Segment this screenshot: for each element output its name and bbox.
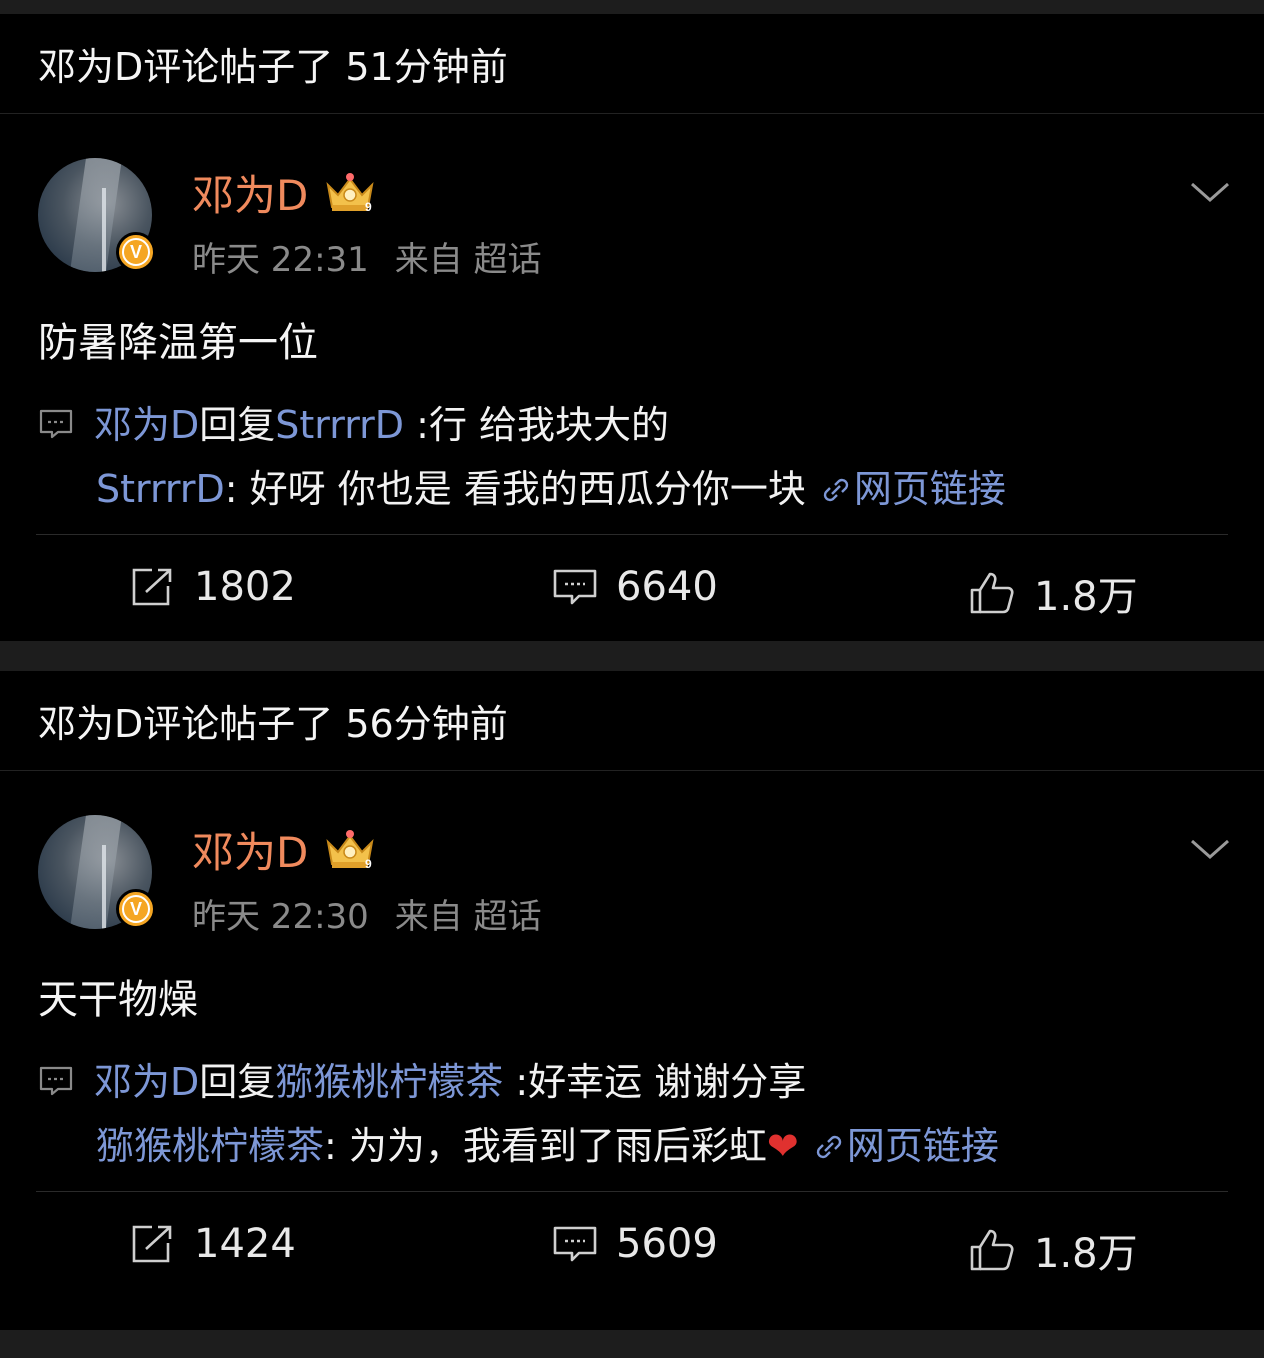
like-button[interactable]: 1.8万: [968, 1221, 1138, 1279]
heart-emoji: ❤: [766, 1124, 799, 1168]
quote-author[interactable]: StrrrrD: [96, 467, 225, 511]
reply-line[interactable]: 邓为D回复猕猴桃柠檬茶 :好幸运 谢谢分享: [38, 1051, 806, 1106]
comment-icon: [553, 569, 597, 605]
like-count: 1.8万: [1034, 574, 1138, 620]
web-link[interactable]: 网页链接: [811, 1124, 999, 1168]
username[interactable]: 邓为D 9: [192, 162, 378, 223]
post-time: 昨天 22:30: [192, 897, 369, 937]
share-count: 1802: [194, 564, 296, 610]
post-card-1[interactable]: V 邓为D 9 昨天 22:31 来自 超话 防暑降温第一位 邓为D回复Strrr…: [0, 114, 1264, 641]
comment-bubble-icon: [39, 409, 73, 439]
reply-text: :好幸运 谢谢分享: [503, 1060, 807, 1104]
thumbs-up-icon: [970, 572, 1014, 614]
like-button[interactable]: 1.8万: [968, 564, 1138, 622]
link-icon: [816, 1135, 842, 1159]
post-header-1: 邓为D评论帖子了 51分钟前: [0, 14, 1264, 114]
crown-level-icon: 9: [326, 172, 374, 214]
section-gap: [0, 641, 1264, 671]
comment-count: 5609: [616, 1221, 718, 1267]
username[interactable]: 邓为D 9: [192, 819, 378, 880]
comment-button[interactable]: 5609: [552, 1221, 718, 1267]
username-text[interactable]: 邓为D: [192, 162, 308, 223]
quote-line: StrrrrD: 好呀 你也是 看我的西瓜分你一块 网页链接: [96, 458, 1006, 513]
post-meta: 昨天 22:31 来自 超话: [192, 232, 542, 281]
bottom-strip: [0, 1330, 1264, 1358]
quote-line: 猕猴桃柠檬茶: 为为，我看到了雨后彩虹❤ 网页链接: [96, 1115, 999, 1170]
reply-word: 回复: [199, 403, 276, 447]
web-link-text[interactable]: 网页链接: [854, 467, 1006, 511]
avatar[interactable]: V: [38, 815, 156, 929]
like-count: 1.8万: [1034, 1231, 1138, 1277]
post-source: 来自 超话: [394, 240, 542, 280]
action-bar: 1424 5609 1.8万: [0, 1191, 1264, 1298]
web-link[interactable]: 网页链接: [818, 467, 1006, 511]
share-icon: [132, 568, 172, 606]
post-text: 防暑降温第一位: [38, 320, 318, 366]
post-header-text: 邓为D评论帖子了 51分钟前: [38, 45, 508, 89]
post-card-2[interactable]: V 邓为D 9 昨天 22:30 来自 超话 天干物燥 邓为D回复猕猴桃柠檬茶 :…: [0, 771, 1264, 1298]
web-link-text[interactable]: 网页链接: [847, 1124, 999, 1168]
post-header-text: 邓为D评论帖子了 56分钟前: [38, 702, 508, 746]
comment-count: 6640: [616, 564, 718, 610]
verified-badge-icon: V: [116, 232, 156, 272]
post-header-2: 邓为D评论帖子了 56分钟前: [0, 671, 1264, 771]
quote-text: : 为为，我看到了雨后彩虹: [324, 1124, 767, 1168]
post-text: 天干物燥: [38, 977, 198, 1023]
comment-icon: [553, 1226, 597, 1262]
quote-text: : 好呀 你也是 看我的西瓜分你一块: [224, 467, 818, 511]
svg-text:9: 9: [365, 200, 372, 214]
avatar[interactable]: V: [38, 158, 156, 272]
share-button[interactable]: 1424: [130, 1221, 296, 1267]
action-bar: 1802 6640 1.8万: [0, 534, 1264, 641]
svg-text:9: 9: [365, 857, 372, 871]
reply-line[interactable]: 邓为D回复StrrrrD :行 给我块大的: [38, 394, 669, 449]
reply-author[interactable]: 邓为D: [94, 403, 199, 447]
top-gap: [0, 0, 1264, 14]
post-time: 昨天 22:31: [192, 240, 369, 280]
share-button[interactable]: 1802: [130, 564, 296, 610]
link-icon: [823, 478, 849, 502]
reply-target[interactable]: StrrrrD: [275, 403, 404, 447]
share-count: 1424: [194, 1221, 296, 1267]
comment-button[interactable]: 6640: [552, 564, 718, 610]
reply-target[interactable]: 猕猴桃柠檬茶: [275, 1060, 503, 1104]
post-meta: 昨天 22:30 来自 超话: [192, 889, 542, 938]
share-icon: [132, 1225, 172, 1263]
comment-bubble-icon: [39, 1066, 73, 1096]
chevron-down-icon[interactable]: [1190, 829, 1230, 869]
username-text[interactable]: 邓为D: [192, 819, 308, 880]
thumbs-up-icon: [970, 1229, 1014, 1271]
post-source: 来自 超话: [394, 897, 542, 937]
reply-text: :行 给我块大的: [404, 403, 670, 447]
reply-author[interactable]: 邓为D: [94, 1060, 199, 1104]
reply-word: 回复: [199, 1060, 276, 1104]
verified-badge-icon: V: [116, 889, 156, 929]
chevron-down-icon[interactable]: [1190, 172, 1230, 212]
quote-author[interactable]: 猕猴桃柠檬茶: [96, 1124, 324, 1168]
crown-level-icon: 9: [326, 829, 374, 871]
